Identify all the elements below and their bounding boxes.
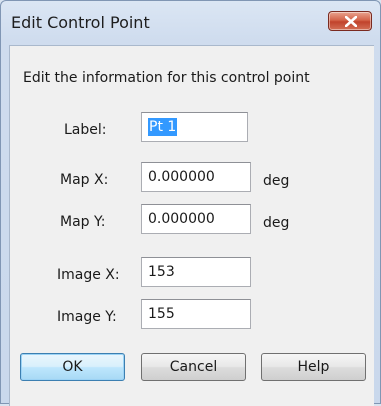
cancel-button[interactable]: Cancel — [141, 353, 246, 381]
map-y-label: Map Y: — [60, 214, 106, 230]
map-x-value: 0.000000 — [148, 169, 215, 185]
map-y-value: 0.000000 — [148, 211, 215, 227]
label-input[interactable]: Pt 1 — [141, 112, 248, 142]
close-icon — [345, 16, 357, 27]
map-y-input[interactable]: 0.000000 — [141, 204, 251, 234]
close-button[interactable] — [328, 11, 372, 31]
dialog-window: Edit Control Point Edit the information … — [0, 0, 381, 406]
image-x-label: Image X: — [57, 267, 120, 283]
map-y-unit: deg — [263, 215, 290, 231]
dialog-body: Edit the information for this control po… — [9, 45, 374, 406]
label-input-value: Pt 1 — [148, 118, 178, 136]
map-x-unit: deg — [263, 173, 290, 189]
ok-button[interactable]: OK — [20, 353, 125, 381]
window-title: Edit Control Point — [11, 13, 150, 32]
image-y-value: 155 — [148, 306, 175, 322]
title-bar[interactable]: Edit Control Point — [1, 1, 380, 45]
image-y-label: Image Y: — [57, 309, 117, 325]
image-x-input[interactable]: 153 — [141, 257, 251, 287]
map-x-label: Map X: — [60, 172, 109, 188]
help-button[interactable]: Help — [261, 353, 366, 381]
instruction-text: Edit the information for this control po… — [23, 70, 310, 86]
image-x-value: 153 — [148, 264, 175, 280]
label-field-label: Label: — [64, 122, 107, 138]
map-x-input[interactable]: 0.000000 — [141, 162, 251, 192]
image-y-input[interactable]: 155 — [141, 299, 251, 329]
